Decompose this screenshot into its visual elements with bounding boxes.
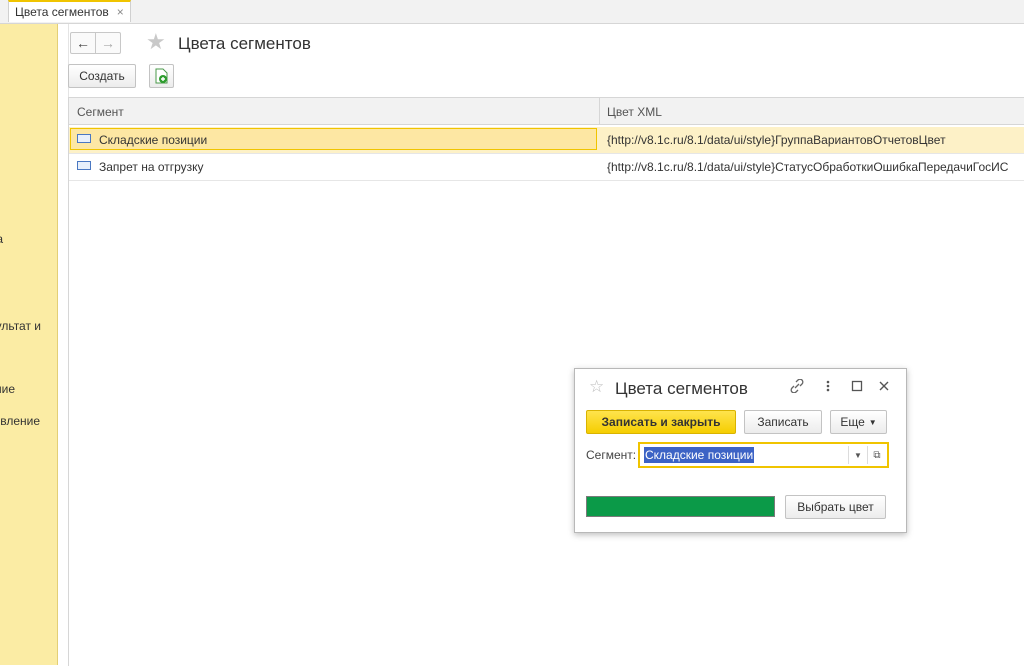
maximize-icon[interactable]: [851, 379, 863, 395]
close-icon[interactable]: [878, 379, 890, 395]
chart-item-icon: [77, 161, 91, 170]
segment-label: Сегмент:: [586, 448, 637, 462]
open-icon[interactable]: ⧉: [867, 446, 886, 464]
save-button[interactable]: Записать: [744, 410, 822, 434]
tab-segment-colors[interactable]: Цвета сегментов ×: [8, 0, 131, 22]
sidebar: а ультат и ние вление: [0, 24, 58, 665]
segment-color-dialog: ☆ Цвета сегментов Записать и закрыть Зап…: [574, 368, 907, 533]
sidebar-item[interactable]: вление: [0, 414, 40, 428]
arrow-left-icon: ←: [76, 35, 90, 51]
forward-button[interactable]: →: [95, 32, 121, 54]
table-header: Сегмент Цвет XML: [69, 98, 1024, 125]
pick-color-button[interactable]: Выбрать цвет: [785, 495, 886, 519]
chevron-down-icon: ▼: [868, 417, 877, 427]
back-button[interactable]: ←: [70, 32, 96, 54]
color-xml-value: {http://v8.1c.ru/8.1/data/ui/style}Групп…: [607, 133, 946, 147]
chart-item-icon: [77, 134, 91, 143]
segment-name: Запрет на отгрузку: [99, 160, 204, 174]
table-row[interactable]: Запрет на отгрузку {http://v8.1c.ru/8.1/…: [69, 154, 1024, 181]
add-button[interactable]: [149, 64, 174, 88]
column-header-color-xml[interactable]: Цвет XML: [607, 105, 662, 119]
column-header-segment[interactable]: Сегмент: [77, 105, 124, 119]
favorite-star-icon[interactable]: ☆: [589, 377, 604, 397]
color-xml-value: {http://v8.1c.ru/8.1/data/ui/style}Стату…: [607, 160, 1009, 174]
dialog-title: Цвета сегментов: [615, 379, 748, 398]
page-title: Цвета сегментов: [178, 34, 311, 53]
dropdown-arrow-icon[interactable]: ▼: [848, 446, 867, 464]
sidebar-item[interactable]: а: [0, 232, 3, 246]
tab-label: Цвета сегментов: [15, 5, 109, 19]
save-and-close-button[interactable]: Записать и закрыть: [586, 410, 736, 434]
more-button[interactable]: Еще ▼: [830, 410, 887, 434]
sidebar-item[interactable]: ультат и: [0, 319, 41, 333]
column-separator[interactable]: [599, 98, 600, 124]
table-row[interactable]: Складские позиции {http://v8.1c.ru/8.1/d…: [69, 127, 1024, 154]
more-vertical-icon[interactable]: [825, 379, 831, 396]
tab-strip: Цвета сегментов ×: [0, 0, 1024, 24]
color-swatch: [586, 496, 775, 517]
segment-value: Складские позиции: [644, 447, 755, 463]
sidebar-item[interactable]: ние: [0, 382, 15, 396]
more-label: Еще: [840, 415, 865, 429]
arrow-right-icon: →: [101, 35, 115, 51]
segment-name: Складские позиции: [99, 133, 208, 147]
create-button[interactable]: Создать: [68, 64, 136, 88]
link-icon[interactable]: [790, 378, 804, 396]
favorite-star-icon[interactable]: ★: [146, 30, 166, 54]
segment-input[interactable]: Складские позиции ▼ ⧉: [638, 442, 889, 468]
tab-close-icon[interactable]: ×: [117, 5, 124, 19]
add-document-icon: [155, 68, 167, 84]
